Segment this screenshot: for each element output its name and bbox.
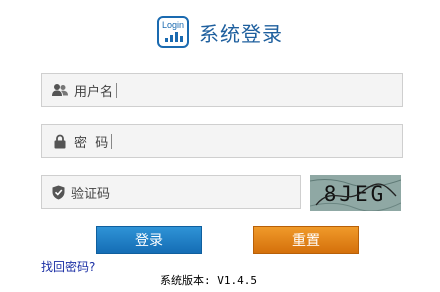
forgot-password-link[interactable]: 找回密码?: [41, 258, 95, 275]
captcha-text: 8JEG: [324, 182, 387, 206]
username-field[interactable]: 用户名: [41, 73, 403, 107]
captcha-label: 验证码: [71, 186, 111, 202]
password-field[interactable]: 密 码: [41, 124, 403, 158]
reset-button[interactable]: 重置: [253, 226, 359, 254]
username-input[interactable]: [117, 74, 402, 106]
captcha-field[interactable]: 验证码: [41, 175, 302, 209]
username-label: 用户名: [74, 84, 114, 100]
login-button[interactable]: 登录: [96, 226, 202, 254]
page-title: 系统登录: [199, 21, 283, 46]
captcha-image[interactable]: 8JEG: [310, 175, 401, 211]
logo-text: Login: [161, 20, 185, 30]
captcha-input[interactable]: [113, 176, 302, 208]
lock-icon: [52, 133, 68, 149]
version-text: 系统版本: V1.4.5: [160, 274, 257, 287]
users-icon: [52, 82, 68, 98]
login-logo-icon: Login: [157, 16, 189, 48]
shield-icon: [52, 184, 65, 200]
password-input[interactable]: [112, 125, 402, 157]
bar-chart-icon: [165, 32, 183, 42]
header: Login 系统登录: [157, 14, 283, 50]
password-label: 密 码: [74, 135, 109, 151]
